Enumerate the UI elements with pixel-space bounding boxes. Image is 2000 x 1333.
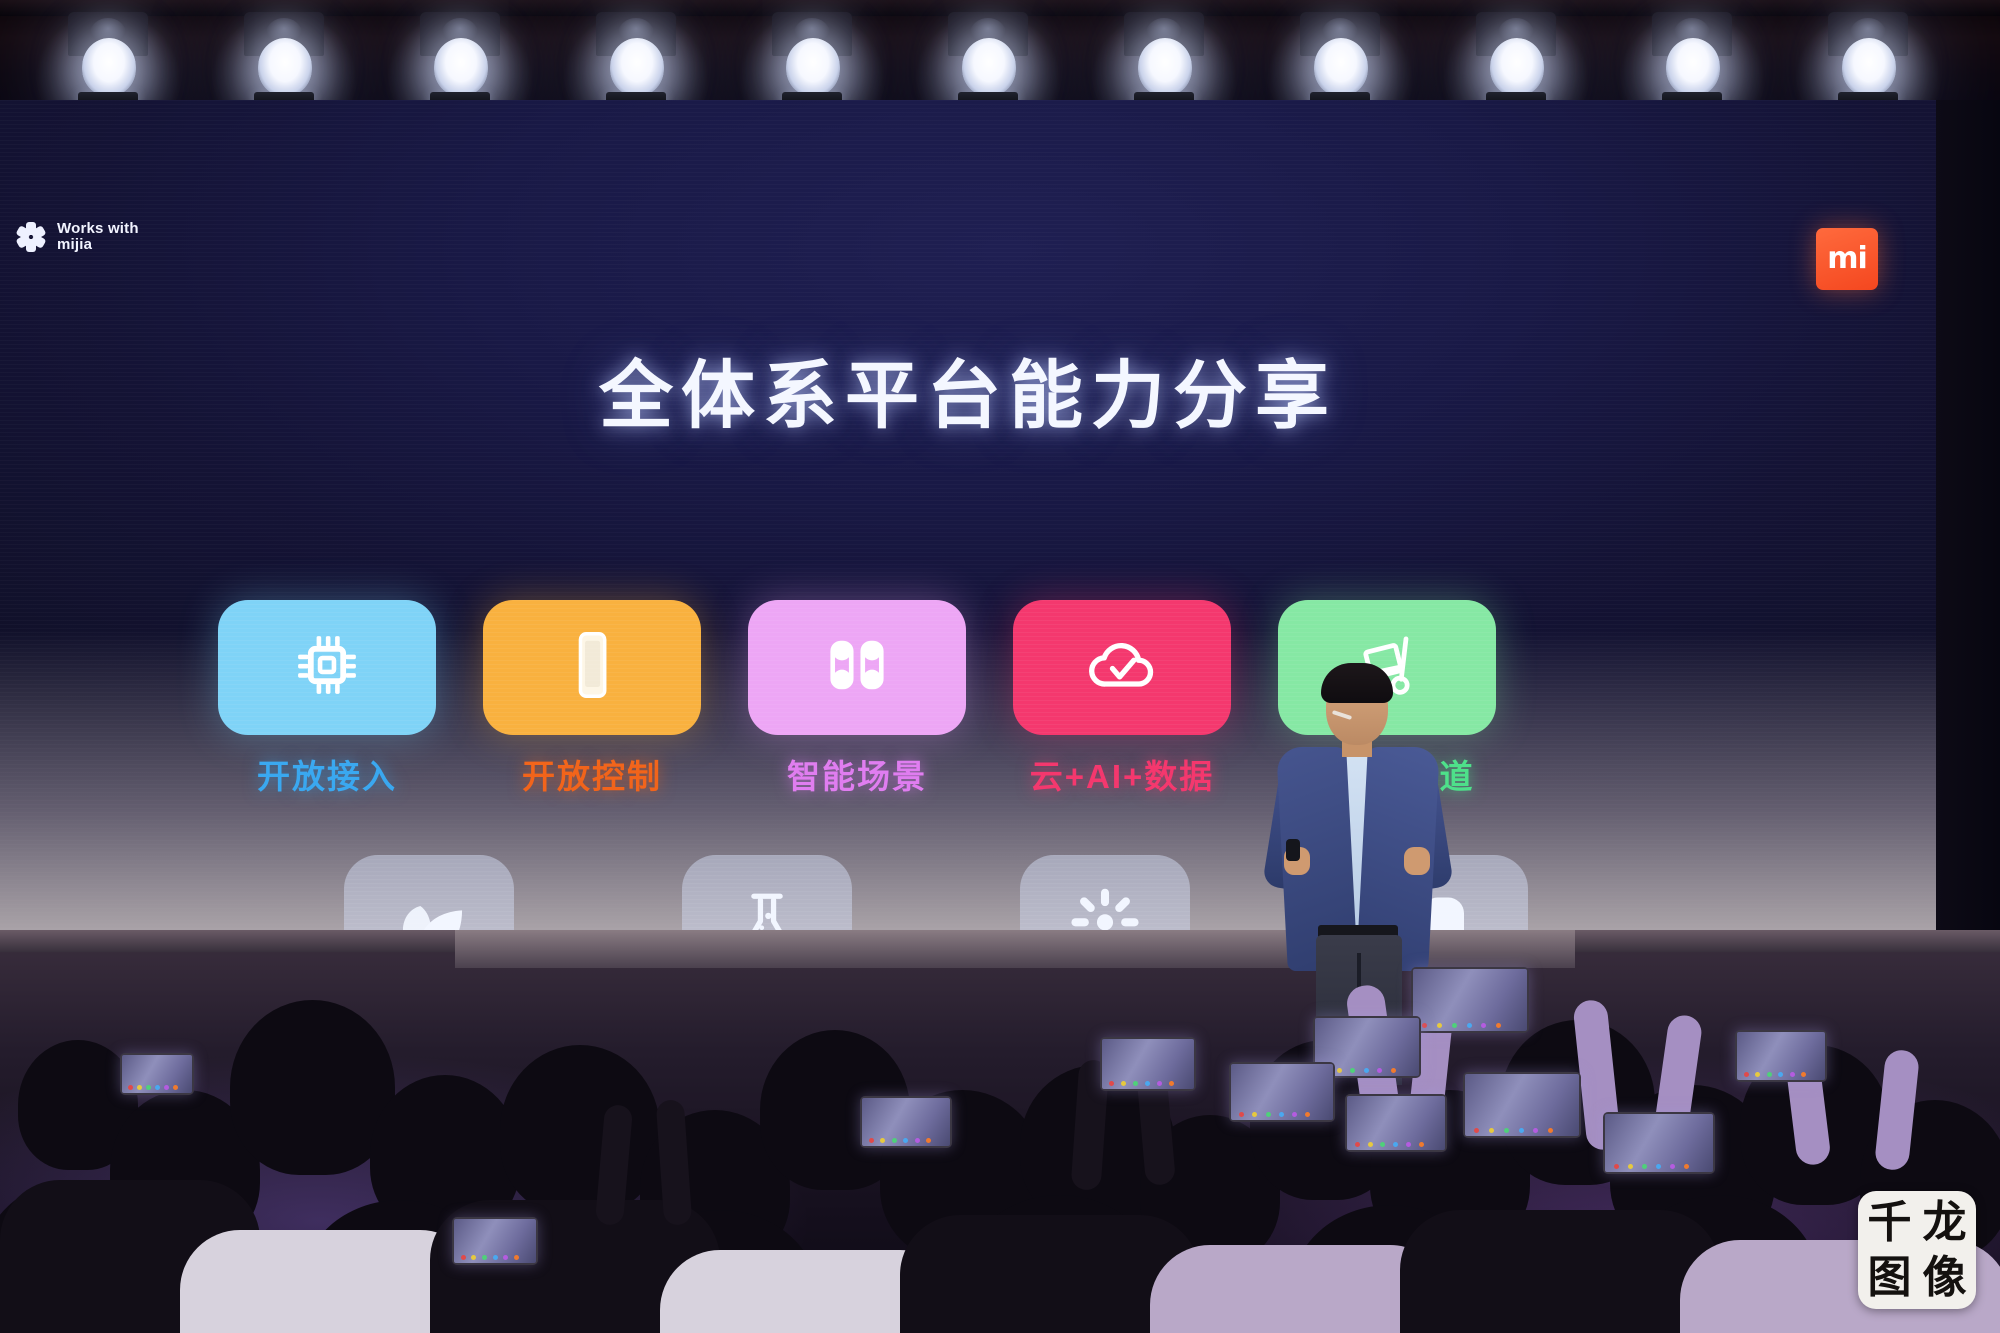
stage-lamp [1440,12,1592,108]
speaker-right-hand [1404,847,1430,875]
capability-tile: 开放控制 [483,600,701,798]
capability-tile-card [1013,600,1231,735]
stage-lamp [1616,12,1768,108]
led-screen: Works with mijia mi 全体系平台能力分享 开放接入 开放控制 … [0,100,1936,930]
xiaomi-mi-logo: mi [1816,228,1878,290]
capability-tile-label: 开放控制 [522,758,662,795]
capability-tile-card [218,600,436,735]
stage-lamp [1792,12,1944,108]
capability-tile-label: 开放接入 [257,758,397,795]
stage-lamp [208,12,360,108]
stage-lamp [912,12,1064,108]
stage-lamp [384,12,536,108]
capability-tile: 云+AI+数据 [1013,600,1231,798]
smart-scene-icon [820,628,894,707]
mijia-flower-icon [14,220,48,254]
works-with-mijia-text: Works with mijia [57,219,139,253]
stage-lamp [736,12,888,108]
capability-tile-card [483,600,701,735]
stage-lamp [560,12,712,108]
badge-line-1: Works with [57,219,139,237]
smartphone-icon [555,628,629,707]
program-tile-card [682,855,852,930]
agency-watermark: 千 龙 图 像 [1858,1191,1976,1309]
program-tile-card [1020,855,1190,930]
program-tile: 优秀团队基金计划 [628,855,906,930]
works-with-mijia-badge: Works with mijia [14,220,139,254]
burst-spark-icon [1062,886,1148,931]
screen-right-bezel [1936,100,2000,930]
slide-title: 全体系平台能力分享 [599,354,1337,437]
speaker-trousers [1316,935,1402,1085]
stage-lamp [1264,12,1416,108]
capability-tile-label: 智能场景 [787,758,927,795]
cloud-check-icon [1084,627,1160,708]
mi-logo-text: mi [1827,241,1868,276]
stage-floor [0,930,2000,1333]
capability-tile: 开放接入 [218,600,436,798]
capability-tile: 智能场景 [748,600,966,798]
watermark-char-3: 像 [1922,1251,1967,1303]
capability-tile-card [748,600,966,735]
watermark-char-2: 图 [1867,1251,1912,1303]
program-tile: 软件开发商认证计划 [966,855,1244,930]
stage-lamp [32,12,184,108]
program-tile-card [344,855,514,930]
presenter-clicker [1286,839,1300,861]
sprout-leaves-icon [383,883,475,930]
lighting-truss [0,0,2000,108]
flask-icon [725,887,809,930]
stage-photo: Works with mijia mi 全体系平台能力分享 开放接入 开放控制 … [0,0,2000,1333]
capability-tile-row: 开放接入 开放控制 智能场景 云+AI+数据 新零售渠道 [218,600,1718,798]
stage-lamp [1088,12,1240,108]
capability-tile-label: 云+AI+数据 [1029,758,1215,795]
watermark-char-1: 龙 [1922,1196,1967,1248]
badge-line-2: mijia [57,236,93,253]
speaker-hair [1321,663,1393,703]
speaker-presenter [1262,663,1454,1085]
program-tile-row: 初创团队培育计划 优秀团队基金计划 软件开发商认证计划 开发者补贴计划 [290,855,1690,930]
program-tile: 初创团队培育计划 [290,855,568,930]
chip-icon [290,628,364,707]
watermark-char-0: 千 [1867,1196,1912,1248]
